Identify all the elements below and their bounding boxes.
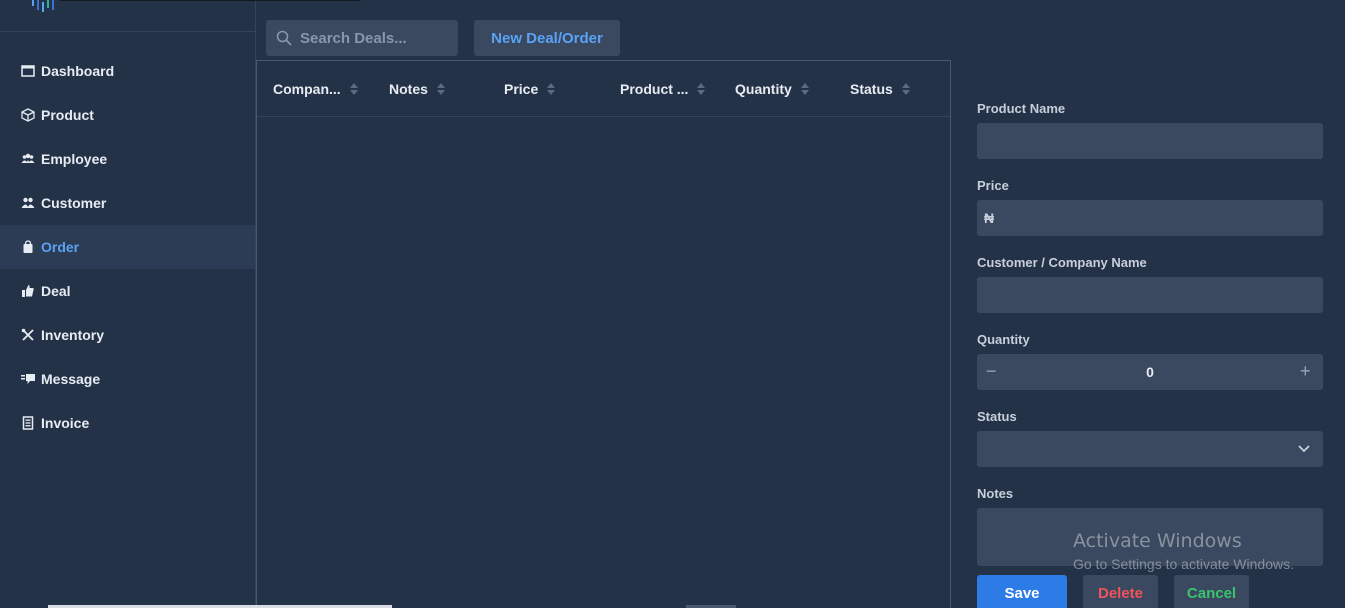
bag-icon	[20, 239, 36, 255]
sidebar-item-label: Invoice	[41, 415, 90, 431]
sidebar-item-label: Deal	[41, 283, 71, 299]
sidebar-item-message[interactable]: Message	[0, 357, 255, 401]
sidebar-item-deal[interactable]: Deal	[0, 269, 255, 313]
sidebar-item-employee[interactable]: Employee	[0, 137, 255, 181]
sort-icon	[901, 83, 910, 95]
sidebar-item-invoice[interactable]: Invoice	[0, 401, 255, 445]
people-icon	[20, 195, 36, 211]
customer-label: Customer / Company Name	[977, 255, 1147, 270]
price-label: Price	[977, 178, 1009, 193]
sidebar-item-label: Employee	[41, 151, 108, 167]
increment-button[interactable]: +	[1300, 362, 1311, 380]
window-icon	[20, 63, 36, 79]
price-input[interactable]	[977, 200, 1323, 236]
cube-icon	[20, 107, 36, 123]
logo-area	[0, 0, 256, 32]
receipt-icon	[20, 415, 36, 431]
currency-symbol: ₦	[984, 210, 995, 226]
deals-table: Compan... Notes Price Product ... Quanti…	[256, 60, 951, 608]
product-name-input[interactable]	[977, 123, 1323, 159]
sidebar-item-label: Customer	[41, 195, 107, 211]
column-header-price[interactable]: Price	[504, 81, 556, 97]
header-divider	[60, 0, 360, 1]
activate-windows-subtitle: Go to Settings to activate Windows.	[1073, 556, 1294, 572]
chevron-down-icon	[1298, 445, 1310, 453]
sidebar: Dashboard Product Employee Customer Orde…	[0, 0, 360, 608]
delete-button[interactable]: Delete	[1083, 575, 1158, 608]
column-header-quantity[interactable]: Quantity	[735, 81, 810, 97]
sort-icon	[349, 83, 358, 95]
sidebar-item-inventory[interactable]: Inventory	[0, 313, 255, 357]
users-icon	[20, 151, 36, 167]
tools-icon	[20, 327, 36, 343]
status-select[interactable]	[977, 431, 1323, 467]
sidebar-item-dashboard[interactable]: Dashboard	[0, 49, 255, 93]
sidebar-item-customer[interactable]: Customer	[0, 181, 255, 225]
column-header-company[interactable]: Compan...	[273, 81, 359, 97]
quantity-label: Quantity	[977, 332, 1030, 347]
sidebar-item-order[interactable]: Order	[0, 225, 255, 269]
customer-input[interactable]	[977, 277, 1323, 313]
sort-icon	[800, 83, 809, 95]
quantity-value[interactable]: 0	[977, 364, 1323, 380]
save-button[interactable]: Save	[977, 575, 1067, 608]
column-header-product[interactable]: Product ...	[620, 81, 706, 97]
notes-label: Notes	[977, 486, 1014, 501]
sidebar-item-label: Message	[41, 371, 101, 387]
activate-windows-title: Activate Windows	[1073, 530, 1242, 552]
sort-icon	[436, 83, 445, 95]
search-input[interactable]	[300, 29, 450, 47]
column-header-status[interactable]: Status	[850, 81, 911, 97]
product-name-label: Product Name	[977, 101, 1066, 116]
sidebar-item-label: Order	[41, 239, 80, 255]
sort-icon	[547, 83, 556, 95]
sidebar-item-product[interactable]: Product	[0, 93, 255, 137]
search-box[interactable]	[266, 20, 458, 56]
search-icon	[276, 30, 292, 46]
table-header: Compan... Notes Price Product ... Quanti…	[257, 61, 950, 117]
logo-icon	[32, 0, 54, 12]
sort-icon	[697, 83, 706, 95]
new-deal-order-button[interactable]: New Deal/Order	[474, 20, 620, 56]
sidebar-item-label: Product	[41, 107, 94, 123]
chat-icon	[20, 371, 36, 387]
sidebar-item-label: Inventory	[41, 327, 105, 343]
thumbs-up-icon	[20, 283, 36, 299]
sidebar-item-label: Dashboard	[41, 63, 115, 79]
status-label: Status	[977, 409, 1017, 424]
cancel-button[interactable]: Cancel	[1174, 575, 1249, 608]
column-header-notes[interactable]: Notes	[389, 81, 446, 97]
